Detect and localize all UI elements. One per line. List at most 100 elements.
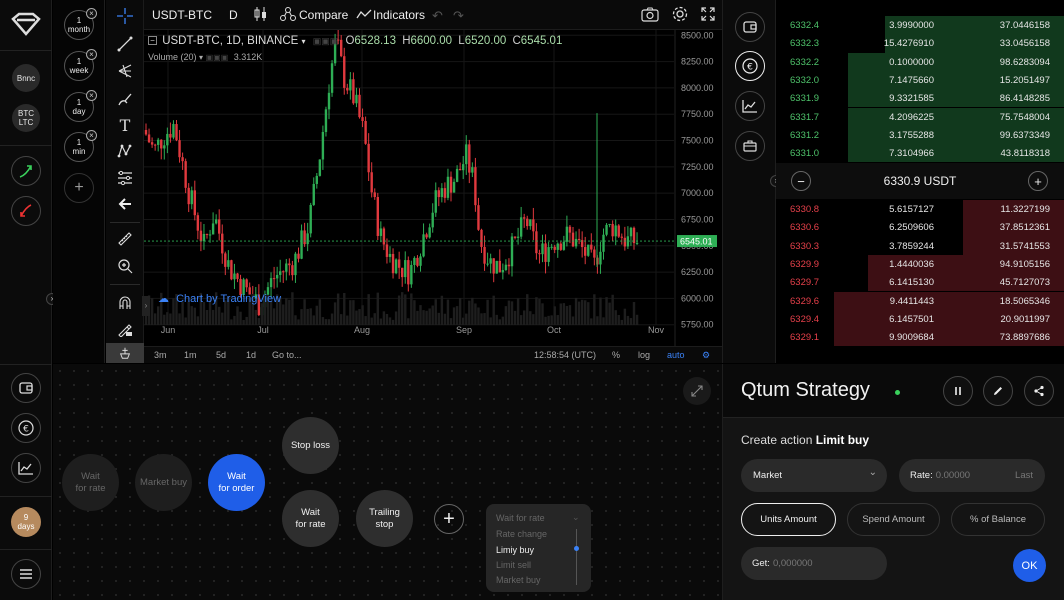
utc-time[interactable]: 12:58:54 (UTC) xyxy=(534,350,596,360)
pattern-icon[interactable] xyxy=(114,140,136,162)
redo-icon[interactable]: ↷ xyxy=(453,8,464,24)
node-trailing-stop[interactable]: Trailing stop xyxy=(356,490,413,547)
logo-icon[interactable] xyxy=(11,12,41,38)
indicators-button[interactable]: Indicators xyxy=(373,8,425,22)
dropdown-option[interactable]: Rate change xyxy=(496,529,547,539)
orderbook-row[interactable]: 6330.8 5.6157127 11.3227199 xyxy=(776,200,1064,219)
fullscreen-icon[interactable] xyxy=(701,7,715,24)
legend-collapse-icon[interactable]: − xyxy=(148,36,157,45)
chart-settings-icon[interactable]: ⚙ xyxy=(702,350,710,361)
interval-1-day[interactable]: 1 day × xyxy=(64,90,97,122)
interval-1-month[interactable]: 1 month × xyxy=(64,8,97,40)
orderbook-row[interactable]: 6331.9 9.3321585 86.4148285 xyxy=(776,89,1064,108)
volume-buttons[interactable]: ▣▣▣ xyxy=(206,53,229,62)
orderbook-row[interactable]: 6332.4 3.9990000 37.0446158 xyxy=(776,16,1064,35)
get-input[interactable]: Get: 0,000000 xyxy=(741,547,887,580)
orderbook-row[interactable]: 6329.6 9.4411443 18.5065346 xyxy=(776,291,1064,310)
node-wait-for-rate-2[interactable]: Wait for rate xyxy=(282,490,339,547)
dropdown-scroll-thumb[interactable] xyxy=(574,546,579,551)
close-icon[interactable]: × xyxy=(86,49,97,60)
add-node-button[interactable]: + xyxy=(434,504,464,534)
auto-toggle[interactable]: auto xyxy=(667,350,685,360)
zoom-in-icon[interactable] xyxy=(114,255,136,277)
coin-btc-ltc[interactable]: BTC LTC xyxy=(12,104,40,132)
tradingview-watermark[interactable]: ☁ Chart by TradingView xyxy=(158,292,281,305)
edit-button[interactable] xyxy=(983,376,1013,406)
strategy-canvas[interactable]: Wait for rate Market buy Wait for order … xyxy=(53,364,722,600)
tab-percent-balance[interactable]: % of Balance xyxy=(951,503,1045,536)
eye-icon[interactable] xyxy=(106,343,144,363)
orderbook-row[interactable]: 6329.9 1.4440036 94.9105156 xyxy=(776,254,1064,274)
dropdown-option[interactable]: Limit sell xyxy=(496,560,531,570)
euro-icon[interactable]: € xyxy=(11,413,41,443)
orderbook-row[interactable]: 6332.2 0.1000000 98.6283094 xyxy=(776,52,1064,71)
trend-down-icon[interactable] xyxy=(11,196,41,226)
range-5d[interactable]: 5d xyxy=(216,350,226,360)
trendline-icon[interactable] xyxy=(114,33,136,55)
tab-spend-amount[interactable]: Spend Amount xyxy=(847,503,940,536)
back-arrow-icon[interactable] xyxy=(114,193,136,215)
close-icon[interactable]: × xyxy=(86,8,97,19)
node-wait-for-order[interactable]: Wait for order xyxy=(208,454,265,511)
range-1m[interactable]: 1m xyxy=(184,350,197,360)
days-badge[interactable]: 9 days xyxy=(11,507,41,537)
price-chart[interactable]: 8500.00 8250.00 8000.00 7750.00 7500.00 7250.… xyxy=(142,30,722,348)
orderbook-row[interactable]: 6330.6 6.2509606 37.8512361 xyxy=(776,218,1064,237)
add-interval-button[interactable]: + xyxy=(64,173,94,203)
orderbook-row[interactable]: 6330.3 3.7859244 31.5741553 xyxy=(776,236,1064,255)
orderbook-row[interactable]: 6331.0 7.3104966 43.8118318 xyxy=(776,144,1064,163)
legend-buttons[interactable]: ▣▣▣ xyxy=(313,36,339,46)
trend-up-icon[interactable] xyxy=(11,156,41,186)
expand-canvas-icon[interactable] xyxy=(683,377,711,405)
percent-toggle[interactable]: % xyxy=(612,350,620,360)
ruler-icon[interactable] xyxy=(114,228,136,250)
camera-icon[interactable] xyxy=(641,6,659,25)
orderbook-row[interactable]: 6332.0 7.1475660 15.2051497 xyxy=(776,70,1064,90)
range-1d[interactable]: 1d xyxy=(246,350,256,360)
menu-icon[interactable] xyxy=(11,559,41,589)
symbol-selector[interactable]: USDT-BTC xyxy=(152,8,212,22)
fib-icon[interactable] xyxy=(114,167,136,189)
text-icon[interactable]: T xyxy=(114,114,136,136)
crosshair-icon[interactable] xyxy=(114,5,136,27)
dropdown-option[interactable]: Limiy buy xyxy=(496,545,534,555)
chevron-down-icon[interactable]: ⌄ xyxy=(572,512,580,523)
interval-1-min[interactable]: 1 min × xyxy=(64,130,97,162)
candles-icon[interactable] xyxy=(254,6,268,25)
compare-icon[interactable] xyxy=(280,6,296,25)
orderbook-row[interactable]: 6329.4 6.1457501 20.9011997 xyxy=(776,309,1064,329)
tab-units-amount[interactable]: Units Amount xyxy=(741,503,836,536)
increase-button[interactable]: + xyxy=(1028,171,1048,191)
orderbook-row[interactable]: 6331.2 3.1755288 99.6373349 xyxy=(776,125,1064,145)
orderbook-row[interactable]: 6331.7 4.2096225 75.7548004 xyxy=(776,107,1064,126)
compare-button[interactable]: Compare xyxy=(299,8,348,22)
lock-drawing-icon[interactable] xyxy=(114,318,136,340)
brush-icon[interactable] xyxy=(114,88,136,110)
goto-button[interactable]: Go to... xyxy=(272,350,302,360)
orderbook-row[interactable]: 6329.7 6.1415130 45.7127073 xyxy=(776,273,1064,292)
node-stop-loss[interactable]: Stop loss xyxy=(282,417,339,474)
node-wait-for-rate[interactable]: Wait for rate xyxy=(62,454,119,511)
chart-expand-handle[interactable]: › xyxy=(142,296,150,316)
log-toggle[interactable]: log xyxy=(638,350,650,360)
magnet-icon[interactable] xyxy=(114,292,136,314)
euro-icon[interactable]: € xyxy=(735,51,765,81)
dropdown-option[interactable]: Market buy xyxy=(496,575,541,585)
briefcase-icon[interactable] xyxy=(735,131,765,161)
volume-dropdown-icon[interactable]: ▾ xyxy=(199,53,203,62)
wallet-icon[interactable] xyxy=(11,373,41,403)
order-type-select[interactable]: Market ⌄ xyxy=(741,459,887,492)
legend-dropdown-icon[interactable]: ▾ xyxy=(302,37,306,46)
chart-icon[interactable] xyxy=(11,453,41,483)
rate-input[interactable]: Rate: 0.00000 Last xyxy=(899,459,1045,492)
orderbook-row[interactable]: 6329.1 9.9009684 73.8897686 xyxy=(776,328,1064,347)
dropdown-selected[interactable]: Wait for rate xyxy=(496,513,545,523)
undo-icon[interactable]: ↶ xyxy=(432,8,443,24)
settings-gear-icon[interactable] xyxy=(671,5,689,26)
close-icon[interactable]: × xyxy=(86,130,97,141)
interval-1-week[interactable]: 1 week × xyxy=(64,49,97,81)
close-icon[interactable]: × xyxy=(86,90,97,101)
dropdown-scrollbar[interactable] xyxy=(576,529,577,585)
wallet-icon[interactable] xyxy=(735,12,765,42)
orderbook-row[interactable]: 6332.3 15.4276910 33.0456158 xyxy=(776,34,1064,53)
